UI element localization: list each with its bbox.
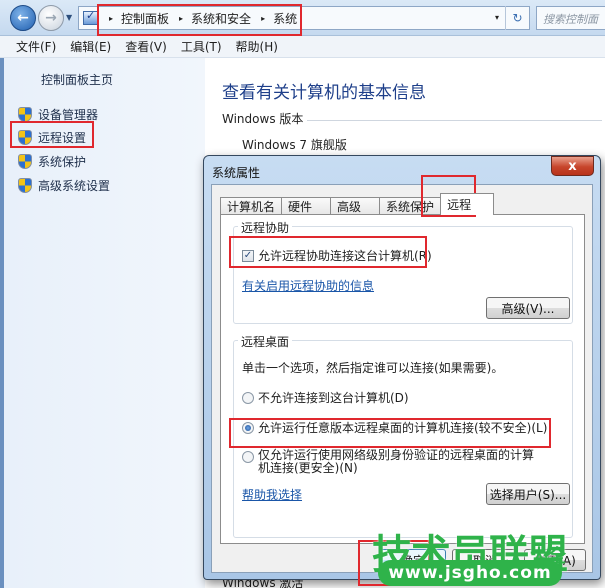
tab-advanced[interactable]: 高级 <box>330 197 381 215</box>
breadcrumb-system[interactable]: 系统 <box>273 10 297 27</box>
radio-label: 允许运行任意版本远程桌面的计算机连接(较不安全)(L) <box>258 421 548 435</box>
breadcrumb-separator-icon[interactable]: ▸ <box>179 14 183 23</box>
watermark-url: www.jsgho.com <box>378 560 562 586</box>
tab-remote[interactable]: 远程 <box>440 193 495 215</box>
refresh-icon[interactable]: ↻ <box>505 6 529 30</box>
system-properties-dialog: 系统属性 x 计算机名 硬件 高级 系统保护 远程 远程协助 ✓ 允许远程协助连… <box>203 155 601 580</box>
uac-shield-icon <box>18 107 32 122</box>
menu-bar: 文件(F) 编辑(E) 查看(V) 工具(T) 帮助(H) <box>0 36 605 58</box>
sidebar: 控制面板主页 设备管理器 远程设置 系统保护 高级系统设置 <box>0 58 205 588</box>
control-panel-icon <box>83 9 99 25</box>
radio-label-line1: 仅允许运行使用网络级别身份验证的远程桌面的计算 <box>258 448 535 462</box>
sidebar-item-label: 系统保护 <box>38 155 87 169</box>
radio-label: 不允许连接到这台计算机(D) <box>258 391 409 405</box>
address-dropdown-icon[interactable]: ▾ <box>495 13 499 22</box>
sidebar-item-advanced-settings[interactable]: 高级系统设置 <box>18 177 110 194</box>
menu-edit[interactable]: 编辑(E) <box>70 38 111 55</box>
help-me-choose-link[interactable]: 帮助我选择 <box>242 486 302 503</box>
windows-edition-value: Windows 7 旗舰版 <box>242 138 347 152</box>
close-button[interactable]: x <box>551 156 594 176</box>
advanced-button[interactable]: 高级(V)... <box>486 297 570 319</box>
menu-help[interactable]: 帮助(H) <box>236 38 278 55</box>
back-arrow-icon: ← <box>17 10 29 26</box>
menu-view[interactable]: 查看(V) <box>125 38 167 55</box>
breadcrumb-control-panel[interactable]: 控制面板 <box>121 10 169 27</box>
remote-assistance-group: 远程协助 ✓ 允许远程协助连接这台计算机(R) 有关启用远程协助的信息 高级(V… <box>233 219 573 324</box>
remote-assistance-info-link[interactable]: 有关启用远程协助的信息 <box>242 277 374 294</box>
remote-desktop-label: 远程桌面 <box>238 333 293 350</box>
select-users-button[interactable]: 选择用户(S)... <box>486 483 570 505</box>
uac-shield-icon <box>18 130 32 145</box>
allow-remote-assistance-checkbox[interactable]: ✓ 允许远程协助连接这台计算机(R) <box>242 247 432 264</box>
breadcrumb-separator-icon[interactable]: ▸ <box>109 14 113 23</box>
close-icon: x <box>568 158 577 174</box>
radio-allow-any-version[interactable]: 允许运行任意版本远程桌面的计算机连接(较不安全)(L) <box>242 419 547 436</box>
dialog-body: 计算机名 硬件 高级 系统保护 远程 远程协助 ✓ 允许远程协助连接这台计算机(… <box>211 184 593 573</box>
windows-edition-heading: Windows 版本 <box>222 110 602 127</box>
remote-assistance-label: 远程协助 <box>238 219 293 236</box>
address-bar[interactable]: ▸ 控制面板 ▸ 系统和安全 ▸ 系统 ▾ ↻ <box>78 6 530 30</box>
page-title: 查看有关计算机的基本信息 <box>222 83 426 103</box>
navigation-bar: ← → ▼ ▸ 控制面板 ▸ 系统和安全 ▸ 系统 ▾ ↻ 搜索控制面 <box>0 0 605 36</box>
radio-selected-icon[interactable] <box>242 421 254 434</box>
sidebar-home-link[interactable]: 控制面板主页 <box>41 71 113 88</box>
tab-strip: 计算机名 硬件 高级 系统保护 远程 <box>220 193 495 215</box>
remote-desktop-instruction: 单击一个选项，然后指定谁可以连接(如果需要)。 <box>242 361 504 375</box>
sidebar-item-label: 远程设置 <box>38 131 87 145</box>
checkbox-label: 允许远程协助连接这台计算机(R) <box>258 249 432 263</box>
tab-computer-name[interactable]: 计算机名 <box>220 197 283 215</box>
menu-tools[interactable]: 工具(T) <box>181 38 222 55</box>
remote-desktop-group: 远程桌面 单击一个选项，然后指定谁可以连接(如果需要)。 不允许连接到这台计算机… <box>233 333 573 538</box>
tab-hardware[interactable]: 硬件 <box>281 197 332 215</box>
radio-label-line2: 机连接(更安全)(N) <box>258 461 358 475</box>
sidebar-item-system-protection[interactable]: 系统保护 <box>18 153 86 170</box>
recent-pages-dropdown[interactable]: ▼ <box>66 13 72 22</box>
breadcrumb-separator-icon[interactable]: ▸ <box>261 14 265 23</box>
remote-tab-panel: 远程协助 ✓ 允许远程协助连接这台计算机(R) 有关启用远程协助的信息 高级(V… <box>220 214 585 544</box>
uac-shield-icon <box>18 178 32 193</box>
tab-system-protection[interactable]: 系统保护 <box>379 197 442 215</box>
checkbox-checked-icon[interactable]: ✓ <box>242 249 254 262</box>
radio-deny-connections[interactable]: 不允许连接到这台计算机(D) <box>242 389 409 406</box>
search-input[interactable]: 搜索控制面 <box>536 6 605 30</box>
sidebar-item-label: 高级系统设置 <box>38 179 111 193</box>
back-button[interactable]: ← <box>10 5 36 31</box>
radio-label: 仅允许运行使用网络级别身份验证的远程桌面的计算 机连接(更安全)(N) <box>258 449 534 475</box>
menu-file[interactable]: 文件(F) <box>16 38 56 55</box>
chevron-down-icon: ▼ <box>66 13 73 22</box>
radio-button-icon[interactable] <box>242 391 254 404</box>
radio-allow-nla-only[interactable]: 仅允许运行使用网络级别身份验证的远程桌面的计算 机连接(更安全)(N) <box>242 449 534 475</box>
forward-arrow-icon: → <box>45 10 57 26</box>
sidebar-item-label: 设备管理器 <box>38 108 99 122</box>
dialog-title: 系统属性 <box>212 166 261 180</box>
forward-button[interactable]: → <box>38 5 64 31</box>
radio-button-icon[interactable] <box>242 451 254 463</box>
uac-shield-icon <box>18 154 32 169</box>
breadcrumb-system-security[interactable]: 系统和安全 <box>191 10 251 27</box>
sidebar-item-device-manager[interactable]: 设备管理器 <box>18 106 98 123</box>
section-label: Windows 版本 <box>222 112 304 126</box>
sidebar-item-remote-settings[interactable]: 远程设置 <box>18 129 86 146</box>
